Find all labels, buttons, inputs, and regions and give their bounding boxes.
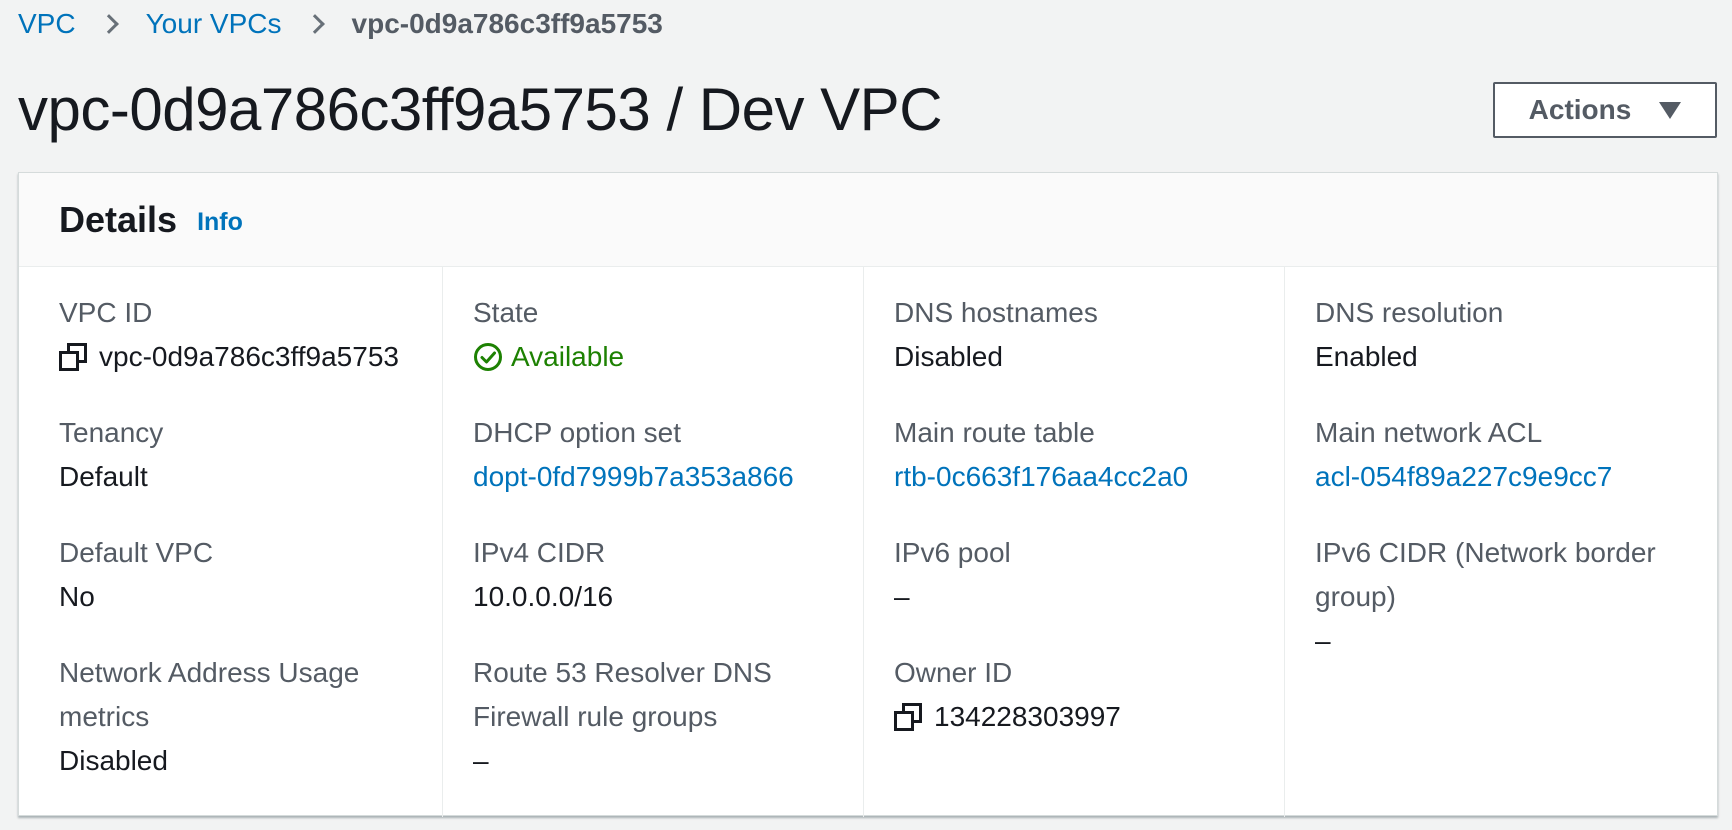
field-network-address-usage-metrics: Network Address Usage metrics Disabled	[59, 651, 389, 783]
details-panel-header: Details Info	[19, 173, 1717, 267]
chevron-right-icon	[304, 14, 325, 34]
info-link[interactable]: Info	[197, 208, 243, 237]
field-value: 134228303997	[894, 695, 1284, 739]
field-route53-resolver-dns-firewall: Route 53 Resolver DNS Firewall rule grou…	[473, 651, 803, 783]
details-column-2: State Available DHCP option set dopt-0fd…	[442, 267, 863, 817]
field-state: State Available	[473, 291, 863, 379]
field-dns-hostnames: DNS hostnames Disabled	[894, 291, 1284, 379]
page-title: vpc-0d9a786c3ff9a5753 / Dev VPC	[18, 76, 943, 143]
details-column-3: DNS hostnames Disabled Main route table …	[863, 267, 1284, 817]
field-value: –	[1315, 625, 1331, 656]
field-dns-resolution: DNS resolution Enabled	[1315, 291, 1717, 379]
field-label: IPv4 CIDR	[473, 537, 606, 568]
field-label: DHCP option set	[473, 417, 682, 448]
field-label: Network Address Usage metrics	[59, 657, 360, 732]
field-label: Route 53 Resolver DNS Firewall rule grou…	[473, 657, 772, 732]
field-default-vpc: Default VPC No	[59, 531, 442, 619]
details-title: Details	[59, 198, 178, 240]
field-value: Default	[59, 461, 148, 492]
copy-icon[interactable]	[59, 343, 87, 371]
field-main-network-acl: Main network ACL acl-054f89a227c9e9cc7	[1315, 411, 1717, 499]
field-value: 10.0.0.0/16	[473, 581, 614, 612]
field-label: Tenancy	[59, 417, 164, 448]
field-value: Disabled	[59, 745, 168, 776]
check-circle-icon	[474, 343, 502, 371]
field-value: –	[894, 581, 910, 612]
main-route-table-link[interactable]: rtb-0c663f176aa4cc2a0	[894, 455, 1284, 499]
field-label: DNS hostnames	[894, 297, 1098, 328]
field-vpc-id: VPC ID vpc-0d9a786c3ff9a5753	[59, 291, 442, 379]
main-network-acl-link[interactable]: acl-054f89a227c9e9cc7	[1315, 455, 1717, 499]
field-value: Available	[473, 335, 863, 379]
field-dhcp-option-set: DHCP option set dopt-0fd7999b7a353a866	[473, 411, 863, 499]
details-columns: VPC ID vpc-0d9a786c3ff9a5753 Tenancy Def…	[19, 267, 1717, 817]
field-owner-id: Owner ID 134228303997	[894, 651, 1284, 739]
field-ipv4-cidr: IPv4 CIDR 10.0.0.0/16	[473, 531, 863, 619]
field-value: vpc-0d9a786c3ff9a5753	[59, 335, 442, 379]
field-ipv6-cidr: IPv6 CIDR (Network border group) –	[1315, 531, 1675, 663]
vpc-id-value: vpc-0d9a786c3ff9a5753	[99, 341, 399, 372]
breadcrumb-vpc-link[interactable]: VPC	[18, 8, 76, 40]
actions-button-label: Actions	[1528, 94, 1632, 125]
state-value: Available	[511, 341, 625, 372]
field-label: Main network ACL	[1315, 417, 1543, 448]
breadcrumb-your-vpcs-link[interactable]: Your VPCs	[146, 8, 282, 40]
field-label: Default VPC	[59, 537, 214, 568]
field-ipv6-pool: IPv6 pool –	[894, 531, 1284, 619]
field-label: DNS resolution	[1315, 297, 1504, 328]
owner-id-value: 134228303997	[934, 701, 1121, 732]
details-column-1: VPC ID vpc-0d9a786c3ff9a5753 Tenancy Def…	[19, 267, 442, 817]
copy-icon[interactable]	[894, 703, 922, 731]
field-tenancy: Tenancy Default	[59, 411, 442, 499]
dhcp-option-set-link[interactable]: dopt-0fd7999b7a353a866	[473, 455, 863, 499]
field-label: State	[473, 297, 539, 328]
actions-button[interactable]: Actions	[1493, 82, 1717, 138]
field-value: Disabled	[894, 341, 1003, 372]
breadcrumb: VPC Your VPCs vpc-0d9a786c3ff9a5753	[18, 6, 663, 42]
details-column-4: DNS resolution Enabled Main network ACL …	[1284, 267, 1717, 817]
field-value: Enabled	[1315, 341, 1418, 372]
field-label: IPv6 CIDR (Network border group)	[1315, 537, 1656, 612]
caret-down-icon	[1659, 101, 1682, 119]
chevron-right-icon	[98, 14, 119, 34]
field-label: Owner ID	[894, 657, 1013, 688]
field-label: Main route table	[894, 417, 1095, 448]
field-main-route-table: Main route table rtb-0c663f176aa4cc2a0	[894, 411, 1284, 499]
field-label: VPC ID	[59, 297, 153, 328]
field-label: IPv6 pool	[894, 537, 1011, 568]
details-panel: Details Info VPC ID vpc-0d9a786c3ff9a575…	[18, 172, 1718, 817]
field-value: –	[473, 745, 489, 776]
field-value: No	[59, 581, 95, 612]
breadcrumb-current: vpc-0d9a786c3ff9a5753	[351, 8, 663, 39]
